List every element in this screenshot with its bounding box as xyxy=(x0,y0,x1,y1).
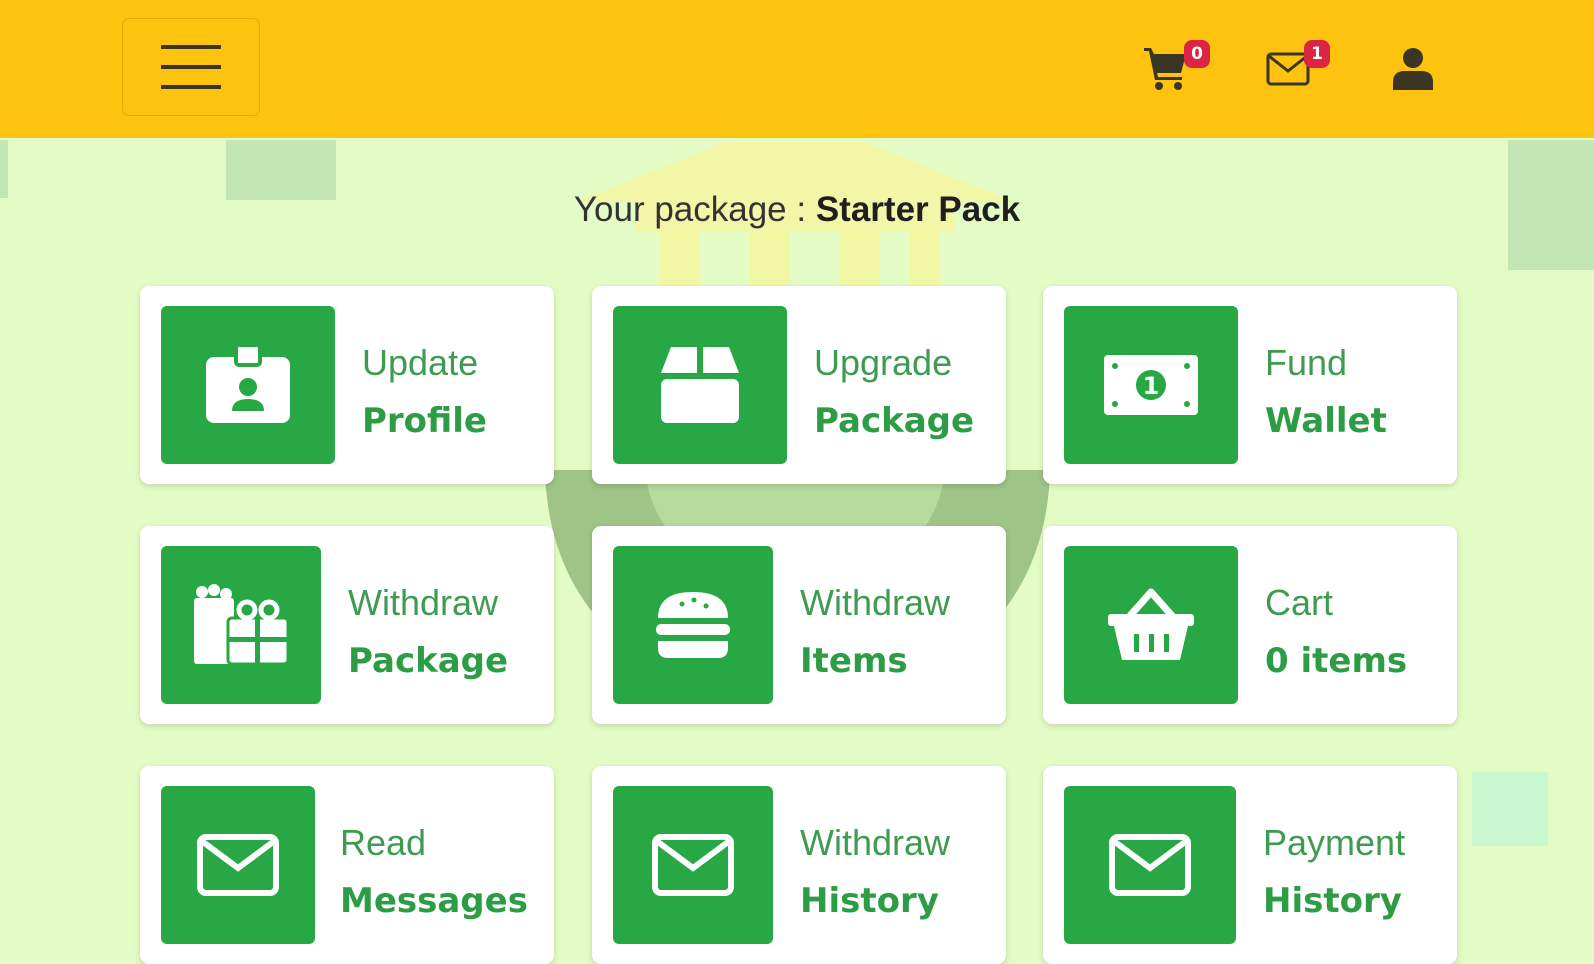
package-name: Starter Pack xyxy=(815,190,1021,229)
card-icon-tile xyxy=(613,786,773,944)
shopping-basket-icon xyxy=(1108,588,1194,660)
cart-card[interactable]: Cart 0 items xyxy=(1043,526,1457,724)
card-title-line1: Fund xyxy=(1265,342,1348,383)
messages-count-badge: 1 xyxy=(1304,40,1330,68)
user-account-button[interactable] xyxy=(1391,46,1435,92)
gifts-icon xyxy=(194,584,290,666)
read-messages-card[interactable]: Read Messages xyxy=(140,766,554,964)
user-icon xyxy=(1393,48,1433,90)
background-shape xyxy=(1472,772,1548,846)
card-icon-tile xyxy=(613,546,773,704)
card-title-line1: Update xyxy=(362,342,479,383)
card-title-line2: History xyxy=(1263,881,1402,921)
card-title-line1: Payment xyxy=(1263,822,1406,863)
id-badge-icon xyxy=(206,343,290,423)
hamburger-food-icon xyxy=(656,592,730,658)
messages-button[interactable]: 1 xyxy=(1266,40,1346,94)
withdraw-history-card[interactable]: Withdraw History xyxy=(592,766,1006,964)
card-title-line1: Cart xyxy=(1265,582,1334,623)
card-icon-tile xyxy=(161,306,335,464)
card-icon-tile xyxy=(161,786,315,944)
card-title-line1: Withdraw xyxy=(348,582,499,623)
card-title-line2: Wallet xyxy=(1265,401,1387,441)
svg-text:1: 1 xyxy=(1143,372,1160,400)
card-icon-tile xyxy=(1064,786,1236,944)
fund-wallet-card[interactable]: 1 Fund Wallet xyxy=(1043,286,1457,484)
hamburger-menu-icon xyxy=(161,45,221,89)
card-title-line2: Profile xyxy=(362,401,487,441)
upgrade-package-card[interactable]: Upgrade Package xyxy=(592,286,1006,484)
cart-count-badge: 0 xyxy=(1184,40,1210,68)
update-profile-card[interactable]: Update Profile xyxy=(140,286,554,484)
money-bill-icon: 1 xyxy=(1104,355,1198,415)
card-icon-tile: 1 xyxy=(1064,306,1238,464)
package-label: Your package : xyxy=(573,190,807,229)
card-title-line2: History xyxy=(800,881,939,921)
card-title-line2: Package xyxy=(814,401,975,441)
card-icon-tile xyxy=(161,546,321,704)
card-icon-tile xyxy=(613,306,787,464)
card-title-line2: 0 items xyxy=(1265,641,1408,681)
card-title-line1: Read xyxy=(340,822,427,863)
top-navbar: 0 1 xyxy=(0,0,1594,138)
cart-button[interactable]: 0 xyxy=(1142,40,1222,94)
envelope-icon xyxy=(197,834,279,896)
menu-toggle-button[interactable] xyxy=(122,18,260,116)
package-info: Your package : Starter Pack xyxy=(0,190,1594,230)
envelope-icon xyxy=(652,834,734,896)
card-title-line2: Items xyxy=(800,641,908,681)
withdraw-items-card[interactable]: Withdraw Items xyxy=(592,526,1006,724)
card-title-line2: Package xyxy=(348,641,509,681)
withdraw-package-card[interactable]: Withdraw Package xyxy=(140,526,554,724)
box-icon xyxy=(661,347,739,423)
shopping-cart-icon xyxy=(1144,48,1186,90)
card-title-line2: Messages xyxy=(340,881,528,921)
card-title-line1: Withdraw xyxy=(800,822,951,863)
card-icon-tile xyxy=(1064,546,1238,704)
payment-history-card[interactable]: Payment History xyxy=(1043,766,1457,964)
envelope-icon xyxy=(1109,834,1191,896)
card-title-line1: Withdraw xyxy=(800,582,951,623)
card-title-line1: Upgrade xyxy=(814,342,953,383)
